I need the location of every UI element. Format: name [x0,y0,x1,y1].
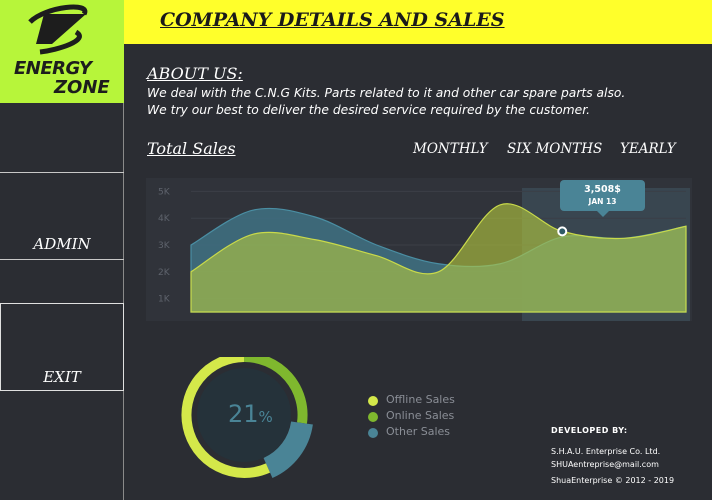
legend-dot-online [368,412,378,422]
legend-dot-offline [368,396,378,406]
sidebar: ENERGY ZONE ADMIN EXIT [0,0,124,500]
period-six-months-button[interactable]: SIX MONTHS [507,141,602,157]
exit-button-label: EXIT [43,368,81,386]
highlight-point[interactable] [557,226,568,237]
energy-zone-logo: ENERGY ZONE [0,0,124,103]
legend-label-offline: Offline Sales [386,393,455,406]
y-tick-label: 4K [158,214,171,224]
developed-by-title: DEVELOPED BY: [551,426,628,435]
page-header: COMPANY DETAILS AND SALES [124,0,712,44]
developer-copyright: ShuaEnterprise © 2012 - 2019 [551,476,675,485]
developer-email: SHUAentreprise@mail.com [551,460,659,469]
tooltip-date: JAN 13 [588,197,617,206]
total-sales-title: Total Sales [147,139,236,158]
y-tick-label: 1K [158,295,171,305]
admin-button[interactable]: ADMIN [0,172,124,260]
tooltip-tail [597,211,609,217]
legend-label-online: Online Sales [386,409,455,422]
about-title: ABOUT US: [147,64,243,83]
y-tick-label: 2K [158,268,171,278]
chart-tooltip: 3,508$ JAN 13 [560,180,645,217]
developer-company: S.H.A.U. Enterprise Co. Ltd. [551,447,661,456]
logo-text-zone: ZONE [54,77,110,98]
admin-button-label: ADMIN [33,235,91,253]
logo-text-energy: ENERGY [14,58,92,79]
y-tick-label: 5K [158,187,171,197]
period-monthly-button[interactable]: MONTHLY [413,141,488,157]
about-text-line1: We deal with the C.N.G Kits. Parts relat… [147,86,626,100]
tooltip-value: 3,508$ [584,184,621,195]
y-tick-label: 3K [158,241,171,251]
donut-unit: % [258,408,273,426]
exit-button[interactable]: EXIT [0,303,124,391]
donut-value: 21 [228,400,259,428]
donut-percentage: 21% [228,400,273,428]
legend-dot-other [368,428,378,438]
page-title: COMPANY DETAILS AND SALES [160,9,505,31]
legend-label-other: Other Sales [386,425,451,438]
period-yearly-button[interactable]: YEARLY [620,141,676,157]
logo-swoosh-icon [28,4,88,55]
about-text-line2: We try our best to deliver the desired s… [147,103,591,117]
